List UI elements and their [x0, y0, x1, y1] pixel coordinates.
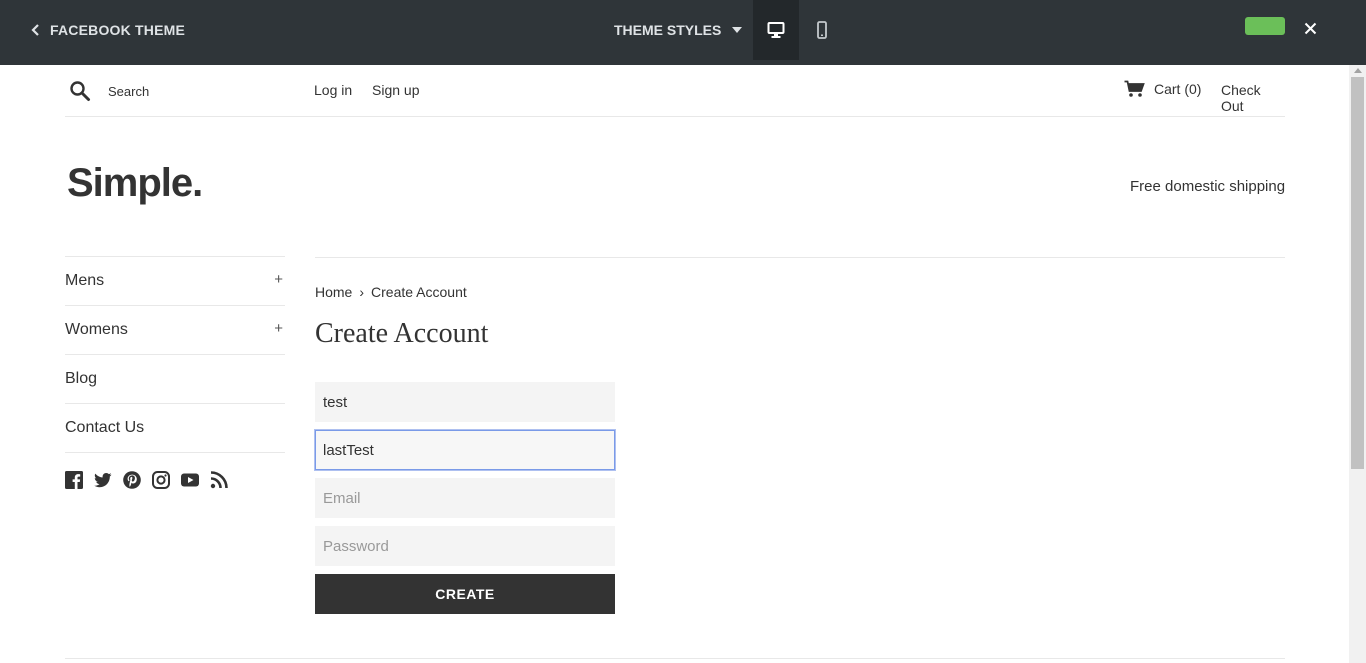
first-name-field[interactable] [315, 382, 615, 422]
breadcrumb-separator: › [359, 284, 365, 300]
search-input[interactable] [108, 80, 288, 102]
sidebar-item-label: Mens [65, 272, 105, 289]
theme-styles-label: THEME STYLES [614, 22, 722, 38]
expand-icon[interactable]: + [274, 271, 283, 288]
expand-icon[interactable]: + [274, 320, 283, 337]
chevron-left-icon [31, 24, 39, 36]
cart-icon [1124, 80, 1145, 97]
breadcrumb-home-link[interactable]: Home [315, 284, 352, 300]
mobile-view-button[interactable] [799, 0, 845, 60]
desktop-view-button[interactable] [753, 0, 799, 60]
checkout-link[interactable]: Check Out [1221, 82, 1285, 114]
youtube-icon[interactable] [181, 471, 199, 489]
sidebar-divider [65, 452, 285, 453]
preview-scrollbar[interactable] [1349, 65, 1366, 663]
pinterest-icon[interactable] [123, 471, 141, 489]
close-editor-button[interactable] [1300, 18, 1320, 38]
sidebar-item-womens[interactable]: Womens + [65, 305, 285, 354]
last-name-field[interactable] [315, 430, 615, 470]
close-icon [1304, 22, 1316, 34]
scrollbar-thumb[interactable] [1351, 77, 1364, 469]
email-field[interactable] [315, 478, 615, 518]
desktop-icon [767, 22, 785, 38]
twitter-icon[interactable] [94, 471, 112, 489]
sidebar-item-label: Womens [65, 321, 128, 338]
search-icon[interactable] [69, 80, 91, 102]
breadcrumb: Home › Create Account [315, 284, 467, 300]
login-link[interactable]: Log in [314, 82, 352, 98]
password-field[interactable] [315, 526, 615, 566]
rss-icon[interactable] [210, 471, 228, 489]
theme-editor-bar: FACEBOOK THEME THEME STYLES [0, 0, 1366, 65]
mobile-icon [817, 21, 827, 39]
sidebar-item-label: Blog [65, 370, 98, 387]
theme-styles-dropdown[interactable]: THEME STYLES [614, 0, 743, 60]
caret-down-icon [732, 27, 743, 33]
search-form [65, 79, 288, 103]
breadcrumb-current: Create Account [371, 284, 467, 300]
site-logo[interactable]: Simple. [67, 161, 203, 206]
sidebar-item-contact-us[interactable]: Contact Us [65, 403, 285, 452]
footer-divider [65, 658, 1285, 659]
shipping-notice: Free domestic shipping [1130, 178, 1286, 195]
sidebar-item-mens[interactable]: Mens + [65, 256, 285, 305]
page-title: Create Account [315, 318, 489, 349]
sidebar-nav: Mens + Womens + Blog Contact Us [65, 256, 285, 489]
sidebar-item-blog[interactable]: Blog [65, 354, 285, 403]
save-button[interactable] [1245, 17, 1285, 35]
storefront-preview: Log in Sign up Cart (0) Check Out Simple… [0, 65, 1349, 663]
facebook-icon[interactable] [65, 471, 83, 489]
signup-link[interactable]: Sign up [372, 82, 419, 98]
instagram-icon[interactable] [152, 471, 170, 489]
main-content: Home › Create Account Create Account CRE… [315, 257, 1285, 614]
social-links [65, 471, 285, 489]
sidebar-item-label: Contact Us [65, 419, 145, 436]
back-to-theme-link[interactable]: FACEBOOK THEME [30, 0, 185, 60]
utility-bar: Log in Sign up Cart (0) Check Out [65, 65, 1285, 117]
cart-label: Cart (0) [1154, 81, 1202, 97]
create-account-button[interactable]: CREATE [315, 574, 615, 614]
cart-link[interactable]: Cart (0) [1124, 80, 1201, 98]
back-link-label: FACEBOOK THEME [50, 22, 186, 38]
scroll-up-icon[interactable] [1349, 65, 1366, 75]
